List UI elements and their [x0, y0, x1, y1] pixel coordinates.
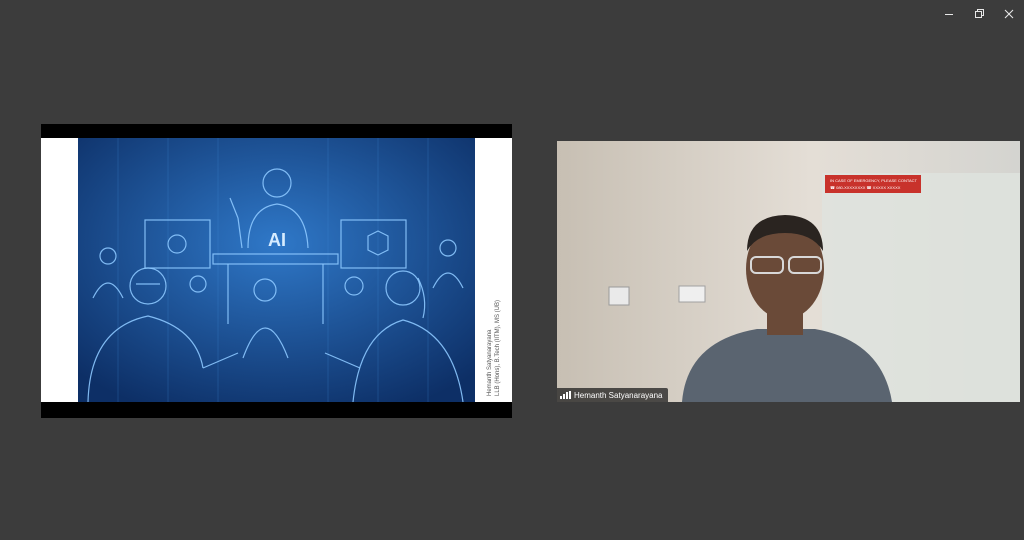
participant-video — [557, 141, 1020, 402]
slide-illustration: AI — [78, 138, 475, 402]
credit-qualifications: LLB (Hons), B.Tech (IITM), MS (UB) — [495, 299, 501, 396]
credit-name: Hemanth Satyanarayana — [487, 329, 493, 396]
close-icon — [1004, 9, 1014, 19]
participant-video-tile[interactable]: IN CASE OF EMERGENCY, PLEASE CONTACT ☎ 0… — [557, 141, 1020, 402]
window-controls — [934, 0, 1024, 28]
restore-icon — [975, 9, 984, 18]
slide-credit: Hemanth Satyanarayana LLB (Hons), B.Tech… — [485, 138, 509, 402]
presentation-slide: AI Hemanth Satyanarayana LLB (Hons), B.T… — [41, 138, 512, 402]
signal-bars-icon — [560, 391, 571, 399]
minimize-button[interactable] — [934, 0, 964, 28]
wall-sign: IN CASE OF EMERGENCY, PLEASE CONTACT ☎ 0… — [825, 175, 921, 193]
shared-screen[interactable]: AI Hemanth Satyanarayana LLB (Hons), B.T… — [41, 124, 512, 418]
participant-name: Hemanth Satyanarayana — [574, 390, 663, 400]
slide-ai-text: AI — [268, 230, 286, 250]
participant-name-tag: Hemanth Satyanarayana — [557, 388, 668, 402]
wall-sign-line-2: ☎ 080-XXXXXXXX ☎ XXXXX XXXXX — [830, 185, 901, 190]
minimize-icon — [945, 14, 953, 15]
restore-button[interactable] — [964, 0, 994, 28]
wall-sign-line-1: IN CASE OF EMERGENCY, PLEASE CONTACT — [830, 178, 917, 183]
close-button[interactable] — [994, 0, 1024, 28]
